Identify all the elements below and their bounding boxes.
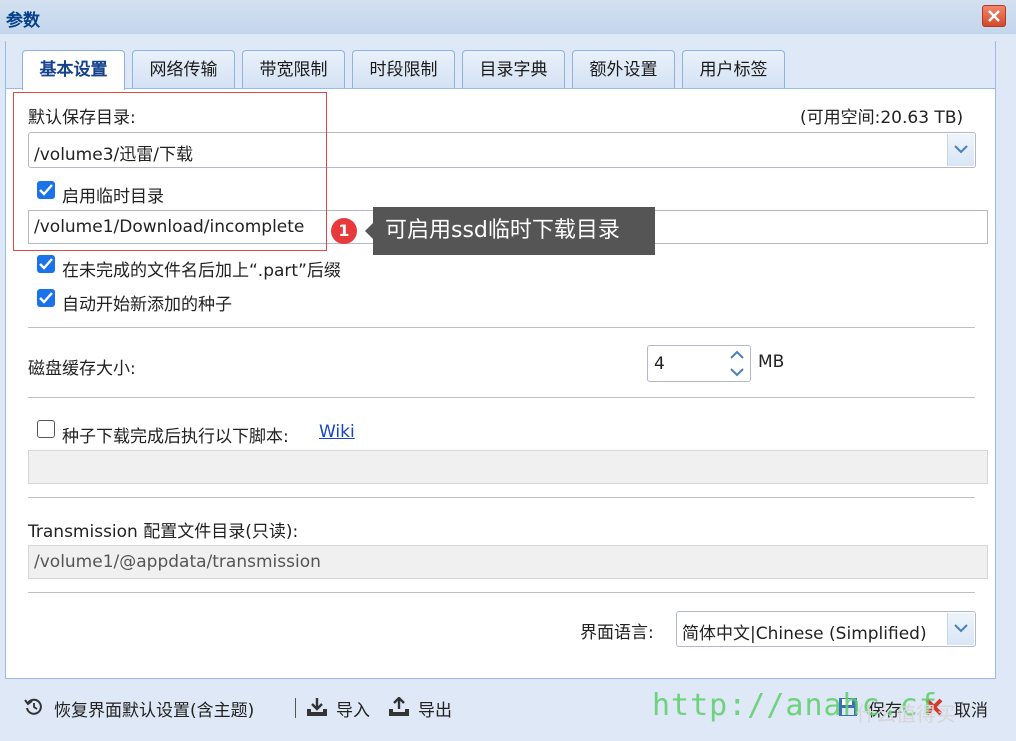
highlight-box [13,92,327,251]
config-dir-label: Transmission 配置文件目录(只读): [28,522,299,542]
language-dropdown-trigger[interactable] [947,613,974,645]
restore-icon [24,698,42,715]
cache-size-label: 磁盘缓存大小: [28,359,136,379]
autostart-label: 自动开始新添加的种子 [62,295,232,315]
divider [28,497,975,498]
restore-defaults-label: 恢复界面默认设置(含主题) [54,701,255,721]
config-dir-value: /volume1/@appdata/transmission [34,552,321,572]
window-title: 参数 [6,11,40,31]
tab-dir-dictionary[interactable]: 目录字典 [462,50,565,88]
tab-bandwidth[interactable]: 带宽限制 [242,50,345,88]
divider [28,397,975,398]
import-label: 导入 [336,701,370,721]
import-button[interactable]: 导入 [306,694,376,722]
export-label: 导出 [418,701,452,721]
close-button[interactable] [982,5,1006,27]
tab-basic-settings[interactable]: 基本设置 [22,50,125,90]
autostart-checkbox[interactable] [37,289,55,307]
language-value: 简体中文|Chinese (Simplified) [682,624,927,644]
cache-size-unit: MB [758,352,785,372]
tab-user-labels[interactable]: 用户标签 [682,50,785,88]
script-checkbox[interactable] [37,420,55,438]
language-combo[interactable]: 简体中文|Chinese (Simplified) [676,611,976,647]
chevron-down-icon [954,145,968,154]
export-icon [389,697,409,716]
chevron-down-icon [730,368,744,377]
download-dir-dropdown-trigger[interactable] [947,134,974,166]
check-icon [39,292,53,304]
watermark-site: 什么值得买 [856,702,956,726]
restore-defaults-button[interactable]: 恢复界面默认设置(含主题) [24,694,286,722]
cache-size-spinner[interactable]: 4 [647,345,751,382]
cancel-label: 取消 [954,701,988,721]
export-button[interactable]: 导出 [388,694,458,722]
rename-partial-label: 在未完成的文件名后加上“.part”后缀 [62,261,341,281]
footer-separator [295,698,296,718]
config-dir-input: /volume1/@appdata/transmission [28,545,988,579]
tab-extra-settings[interactable]: 额外设置 [572,50,675,88]
spin-down-button[interactable] [726,364,748,380]
wiki-link[interactable]: Wiki [319,422,355,442]
spin-up-button[interactable] [726,347,748,363]
check-icon [39,258,53,270]
divider [28,327,975,328]
chevron-down-icon [954,624,968,633]
free-space-label: (可用空间:20.63 TB) [800,108,964,128]
script-label: 种子下载完成后执行以下脚本: [62,427,289,447]
tab-schedule[interactable]: 时段限制 [352,50,455,88]
cache-size-value: 4 [654,354,665,374]
language-label: 界面语言: [580,623,654,643]
tab-network[interactable]: 网络传输 [132,50,235,88]
rename-partial-checkbox[interactable] [37,255,55,273]
annotation-badge: 1 [331,218,357,244]
import-icon [307,698,327,716]
annotation-callout: 可启用ssd临时下载目录 [373,207,655,255]
divider [28,592,975,593]
window-titlebar [0,0,1016,34]
close-icon [988,10,1000,22]
chevron-up-icon [730,350,744,359]
script-path-input[interactable] [28,450,988,484]
